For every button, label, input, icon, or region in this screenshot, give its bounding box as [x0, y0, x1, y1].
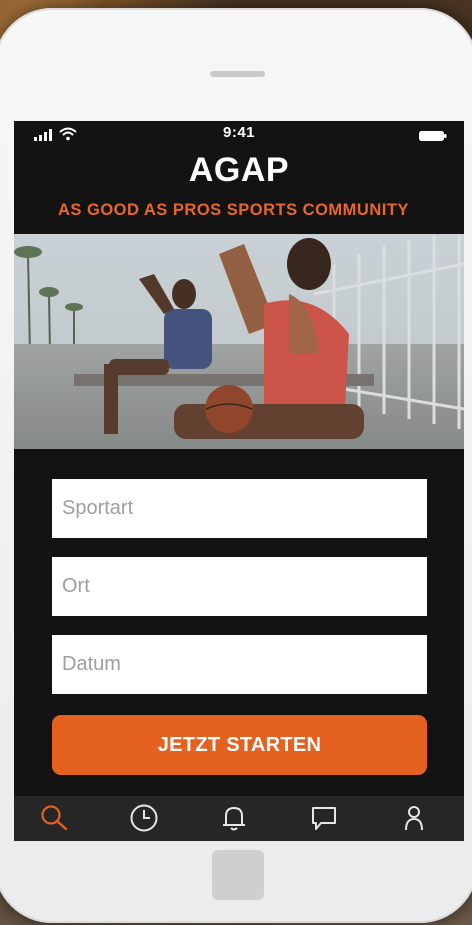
start-button[interactable]: JETZT STARTEN — [52, 715, 427, 775]
app-subtitle: AS GOOD AS PROS SPORTS COMMUNITY — [58, 201, 409, 219]
tab-history[interactable] — [109, 796, 179, 841]
location-input[interactable] — [52, 557, 427, 616]
status-bar: 9:41 — [14, 121, 464, 147]
app-screen: 9:41 AGAP AS GOOD AS PROS SPORTS COMMUNI… — [14, 121, 464, 841]
tab-bar — [14, 796, 464, 841]
bell-icon — [223, 806, 245, 831]
date-input[interactable] — [52, 635, 427, 694]
status-time: 9:41 — [222, 124, 256, 141]
sport-input[interactable] — [52, 479, 427, 538]
app-title: AGAP — [188, 151, 290, 189]
tab-profile[interactable] — [379, 796, 449, 841]
chat-icon — [312, 807, 336, 830]
profile-icon — [405, 806, 423, 831]
tab-messages[interactable] — [289, 796, 359, 841]
hero-photo — [14, 234, 464, 449]
phone-speaker — [210, 71, 265, 77]
clock-icon — [130, 804, 158, 832]
home-button[interactable] — [212, 850, 264, 900]
search-icon — [41, 805, 68, 831]
battery-icon — [419, 131, 447, 141]
phone-frame: 9:41 AGAP AS GOOD AS PROS SPORTS COMMUNI… — [0, 8, 472, 923]
tab-notifications[interactable] — [199, 796, 269, 841]
tab-search[interactable] — [19, 796, 89, 841]
